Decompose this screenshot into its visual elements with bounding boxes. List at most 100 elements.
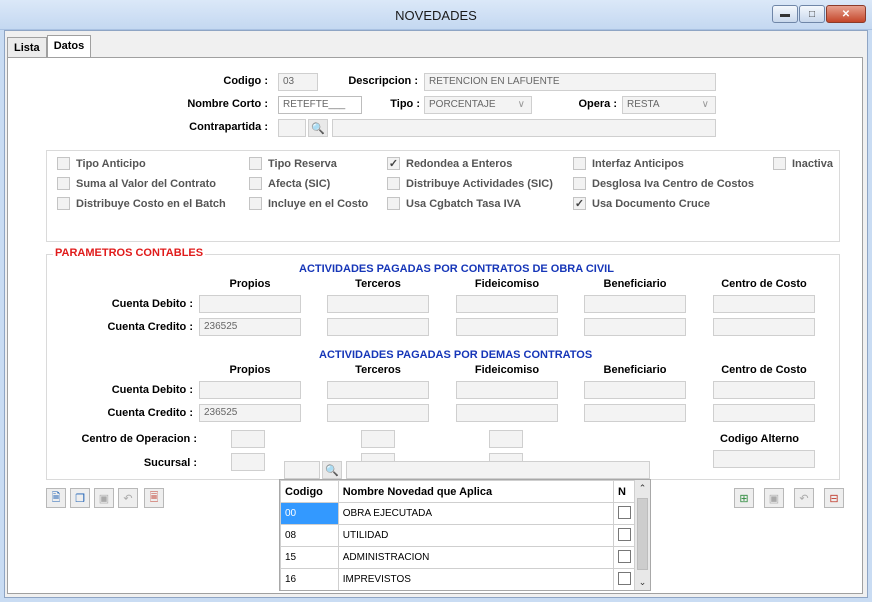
check-distribuye-costo-batch[interactable]: Distribuye Costo en el Batch — [57, 197, 226, 210]
centro-op-field-2[interactable] — [361, 430, 395, 448]
row-codigo-cell[interactable]: 08 — [280, 524, 339, 547]
table-row[interactable]: 15 ADMINISTRACION — [280, 546, 637, 569]
credito1-propios-field[interactable]: 236525 — [199, 318, 301, 336]
table-row[interactable]: 00 OBRA EJECUTADA — [280, 502, 637, 525]
check-usa-cgbatch-iva[interactable]: Usa Cgbatch Tasa IVA — [387, 197, 521, 210]
row-checkbox[interactable] — [617, 527, 631, 541]
credito1-beneficiario-field[interactable] — [584, 318, 686, 336]
contrapartida-code-field[interactable] — [278, 119, 306, 137]
sucursal-field-1[interactable] — [231, 453, 265, 471]
debito1-fideicomiso-field[interactable] — [456, 295, 558, 313]
novedad-code-field[interactable] — [284, 461, 320, 479]
nombre-corto-field[interactable]: RETEFTE___ — [278, 96, 362, 114]
row-n-cell[interactable] — [612, 524, 637, 547]
check-inactiva[interactable]: Inactiva — [773, 157, 833, 170]
scroll-down-icon[interactable]: ⌄ — [635, 574, 650, 590]
row-nombre-cell[interactable]: IMPREVISTOS — [337, 568, 614, 590]
debito2-beneficiario-field[interactable] — [584, 381, 686, 399]
debito2-centro-costo-field[interactable] — [713, 381, 815, 399]
row-n-cell[interactable] — [612, 568, 637, 590]
debito2-terceros-field[interactable] — [327, 381, 429, 399]
debito1-beneficiario-field[interactable] — [584, 295, 686, 313]
title-bar: NOVEDADES ▬ □ ✕ — [0, 0, 872, 30]
check-usa-cgbatch-iva-label: Usa Cgbatch Tasa IVA — [406, 197, 522, 210]
col-nombre-header[interactable]: Nombre Novedad que Aplica — [337, 480, 614, 503]
table-row[interactable]: 08 UTILIDAD — [280, 524, 637, 547]
tipo-select[interactable]: PORCENTAJE — [424, 96, 532, 114]
checkmark-icon: ✓ — [387, 157, 400, 170]
check-usa-documento-cruce[interactable]: ✓ Usa Documento Cruce — [573, 197, 710, 210]
check-tipo-anticipo[interactable]: Tipo Anticipo — [57, 157, 146, 170]
row-nombre-cell[interactable]: UTILIDAD — [337, 524, 614, 547]
contrapartida-name-field[interactable] — [332, 119, 716, 137]
scroll-up-icon[interactable]: ⌃ — [635, 480, 650, 496]
novedad-search-button[interactable]: 🔍 — [322, 461, 342, 479]
check-redondea-enteros[interactable]: ✓ Redondea a Enteros — [387, 157, 512, 170]
contrapartida-search-button[interactable]: 🔍 — [308, 119, 328, 137]
table-row[interactable]: 16 IMPREVISTOS — [280, 568, 637, 590]
check-suma-valor-contrato[interactable]: Suma al Valor del Contrato — [57, 177, 216, 190]
check-afecta-sic[interactable]: Afecta (SIC) — [249, 177, 330, 190]
row-codigo-cell[interactable]: 16 — [280, 568, 339, 590]
delete-record-button[interactable]: 🗏 — [144, 488, 164, 508]
add-row-button[interactable]: ⊞ — [734, 488, 754, 508]
row-n-cell[interactable] — [612, 502, 637, 525]
debito2-fideicomiso-field[interactable] — [456, 381, 558, 399]
row-nombre-cell[interactable]: OBRA EJECUTADA — [337, 502, 614, 525]
delete-row-button[interactable]: ⊟ — [824, 488, 844, 508]
row-codigo-cell[interactable]: 00 — [280, 502, 339, 525]
grid-undo-button[interactable]: ↶ — [794, 488, 814, 508]
section-demas-contratos-title: ACTIVIDADES PAGADAS POR DEMAS CONTRATOS — [319, 349, 593, 361]
centro-op-field-1[interactable] — [231, 430, 265, 448]
row-n-cell[interactable] — [612, 546, 637, 569]
opera-select[interactable]: RESTA — [622, 96, 716, 114]
minimize-button[interactable]: ▬ — [772, 5, 798, 23]
codigo-alterno-label: Codigo Alterno — [720, 433, 800, 445]
scroll-thumb[interactable] — [637, 498, 648, 570]
row-checkbox[interactable] — [617, 549, 631, 563]
save-button[interactable]: ▣ — [94, 488, 114, 508]
check-desglosa-iva[interactable]: Desglosa Iva Centro de Costos — [573, 177, 754, 190]
credito2-centro-costo-field[interactable] — [713, 404, 815, 422]
credito2-beneficiario-field[interactable] — [584, 404, 686, 422]
codigo-alterno-field[interactable] — [713, 450, 815, 468]
check-interfaz-anticipos[interactable]: Interfaz Anticipos — [573, 157, 684, 170]
descripcion-field[interactable]: RETENCION EN LAFUENTE — [424, 73, 716, 91]
credito1-centro-costo-field[interactable] — [713, 318, 815, 336]
check-distribuye-actividades[interactable]: Distribuye Actividades (SIC) — [387, 177, 553, 190]
grid-save-button[interactable]: ▣ — [764, 488, 784, 508]
credito2-propios-field[interactable]: 236525 — [199, 404, 301, 422]
novedad-name-field[interactable] — [346, 461, 650, 479]
tab-datos[interactable]: Datos — [46, 35, 92, 57]
maximize-icon: □ — [808, 8, 816, 20]
tab-lista[interactable]: Lista — [7, 37, 47, 57]
codigo-field[interactable]: 03 — [278, 73, 318, 91]
col-n-header[interactable]: N — [612, 480, 637, 503]
new-record-button[interactable]: 🗎 — [46, 488, 66, 508]
check-incluye-costo[interactable]: Incluye en el Costo — [249, 197, 368, 210]
debito1-centro-costo-field[interactable] — [713, 295, 815, 313]
row-nombre-cell[interactable]: ADMINISTRACION — [337, 546, 614, 569]
debito2-propios-field[interactable] — [199, 381, 301, 399]
check-tipo-reserva[interactable]: Tipo Reserva — [249, 157, 337, 170]
col-codigo-header[interactable]: Codigo — [280, 480, 339, 503]
credito2-terceros-field[interactable] — [327, 404, 429, 422]
row-checkbox[interactable] — [617, 571, 631, 585]
credito2-fideicomiso-field[interactable] — [456, 404, 558, 422]
undo-button[interactable]: ↶ — [118, 488, 138, 508]
centro-op-field-3[interactable] — [489, 430, 523, 448]
maximize-button[interactable]: □ — [799, 5, 825, 23]
cuenta-credito-label: Cuenta Credito : — [107, 321, 193, 333]
col-centro-costo-header: Centro de Costo — [721, 278, 807, 290]
copy-record-button[interactable]: ❐ — [70, 488, 90, 508]
options-group: Tipo Anticipo Tipo Reserva ✓ Redondea a E… — [46, 150, 840, 242]
credito1-fideicomiso-field[interactable] — [456, 318, 558, 336]
debito1-terceros-field[interactable] — [327, 295, 429, 313]
row-codigo-cell[interactable]: 15 — [280, 546, 339, 569]
debito1-propios-field[interactable] — [199, 295, 301, 313]
credito1-terceros-field[interactable] — [327, 318, 429, 336]
row-checkbox[interactable] — [617, 505, 631, 519]
close-button[interactable]: ✕ — [826, 5, 866, 23]
grid-scrollbar[interactable]: ⌃ ⌄ — [634, 480, 650, 590]
copy-icon: ❐ — [75, 492, 85, 505]
